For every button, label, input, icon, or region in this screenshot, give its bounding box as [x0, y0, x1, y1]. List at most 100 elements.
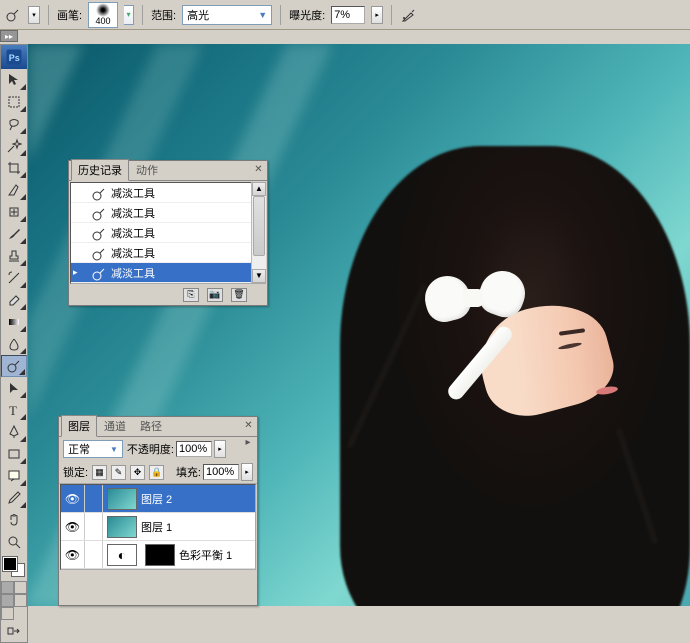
eraser-tool[interactable] [1, 289, 27, 311]
crop-tool[interactable] [1, 157, 27, 179]
lock-position-button[interactable]: ✥ [130, 465, 145, 480]
tab-actions[interactable]: 动作 [129, 159, 165, 180]
dodge-tool-icon [91, 266, 105, 280]
lasso-tool[interactable] [1, 113, 27, 135]
ps-logo[interactable]: Ps [1, 45, 27, 69]
visibility-toggle[interactable]: 👁 [61, 513, 85, 540]
scroll-up-button[interactable]: ▲ [252, 182, 266, 196]
quickmask-mode[interactable] [14, 581, 27, 594]
brush-dot-icon [96, 3, 110, 17]
layer-thumbnail [107, 488, 137, 510]
type-tool[interactable]: T [1, 399, 27, 421]
range-select[interactable]: 高光 ▼ [182, 5, 272, 25]
close-icon[interactable]: ✕ [242, 419, 255, 432]
history-item[interactable]: ▸减淡工具 [71, 263, 265, 283]
fill-label: 填充: [176, 464, 201, 480]
slice-tool[interactable] [1, 179, 27, 201]
panel-menu-icon[interactable]: ▸ [241, 437, 255, 448]
divider [48, 5, 49, 25]
range-label: 范围: [151, 7, 176, 23]
chevron-down-icon: ▼ [110, 445, 118, 454]
eyedropper-tool[interactable] [1, 487, 27, 509]
fill-dropdown[interactable]: ▸ [241, 463, 253, 481]
mask-mode-buttons [1, 581, 27, 594]
stamp-tool[interactable] [1, 245, 27, 267]
history-panel-tabs: 历史记录 动作 ✕ [69, 161, 267, 181]
delete-state-button[interactable]: 🗑 [231, 288, 247, 302]
lock-all-button[interactable]: 🔒 [149, 465, 164, 480]
dodge-tool[interactable] [1, 355, 27, 377]
screen-full-menubar[interactable] [14, 594, 27, 607]
dodge-tool-icon [91, 246, 105, 260]
visibility-toggle[interactable]: 👁 [61, 485, 85, 512]
tab-history[interactable]: 历史记录 [71, 159, 129, 181]
lock-label: 锁定: [63, 464, 88, 480]
hand-tool[interactable] [1, 509, 27, 531]
layer-row[interactable]: 👁 ◐ 色彩平衡 1 [61, 541, 255, 569]
history-item[interactable]: 减淡工具 [71, 223, 265, 243]
path-select-tool[interactable] [1, 377, 27, 399]
history-item[interactable]: 减淡工具 [71, 243, 265, 263]
new-snapshot-button[interactable]: 📷 [207, 288, 223, 302]
lock-pixels-button[interactable]: ✎ [111, 465, 126, 480]
wand-tool[interactable] [1, 135, 27, 157]
layer-name: 色彩平衡 1 [179, 547, 232, 563]
layers-panel: 图层 通道 路径 ✕ ▸ 正常▼ 不透明度: 100% ▸ 锁定: ▦ ✎ ✥ … [58, 416, 258, 606]
screen-mode-buttons [1, 594, 27, 620]
screen-standard[interactable] [1, 594, 14, 607]
divider [280, 5, 281, 25]
layer-link-col[interactable] [85, 541, 103, 568]
history-item-label: 减淡工具 [111, 265, 155, 281]
move-tool[interactable] [1, 69, 27, 91]
marquee-tool[interactable] [1, 91, 27, 113]
opacity-input[interactable]: 100% [176, 441, 212, 457]
new-doc-from-state-button[interactable]: ⎘ [183, 288, 199, 302]
layer-mask-thumbnail [145, 544, 175, 566]
history-brush-tool[interactable] [1, 267, 27, 289]
tab-paths[interactable]: 路径 [133, 415, 169, 436]
scroll-down-button[interactable]: ▼ [252, 269, 266, 283]
scroll-thumb[interactable] [253, 196, 265, 256]
pen-tool[interactable] [1, 421, 27, 443]
opacity-dropdown[interactable]: ▸ [214, 440, 226, 458]
notes-tool[interactable] [1, 465, 27, 487]
healing-tool[interactable] [1, 201, 27, 223]
layer-link-col[interactable] [85, 513, 103, 540]
layer-name: 图层 2 [141, 491, 172, 507]
brush-tool[interactable] [1, 223, 27, 245]
history-item-label: 减淡工具 [111, 205, 155, 221]
gradient-tool[interactable] [1, 311, 27, 333]
blur-tool[interactable] [1, 333, 27, 355]
layer-row[interactable]: 👁 图层 2 [61, 485, 255, 513]
fill-input[interactable]: 100% [203, 464, 239, 480]
brush-dropdown[interactable]: ▾ [124, 5, 134, 25]
layer-link-col[interactable] [85, 485, 103, 512]
palette-dock-toggle[interactable]: ▸▸ [0, 30, 18, 42]
exposure-dropdown[interactable]: ▸ [371, 6, 383, 24]
brush-preview[interactable]: 400 [88, 2, 118, 28]
tool-preset-dropdown[interactable]: ▾ [28, 6, 40, 24]
visibility-toggle[interactable]: 👁 [61, 541, 85, 568]
adjustment-icon: ◐ [107, 544, 137, 566]
jump-to-imageready[interactable] [1, 620, 27, 642]
layer-name: 图层 1 [141, 519, 172, 535]
layers-list: 👁 图层 2 👁 图层 1 👁 ◐ 色彩平衡 1 [60, 484, 256, 570]
history-item[interactable]: 减淡工具 [71, 183, 265, 203]
history-item-label: 减淡工具 [111, 225, 155, 241]
history-item[interactable]: 减淡工具 [71, 203, 265, 223]
shape-tool[interactable] [1, 443, 27, 465]
airbrush-icon[interactable] [400, 6, 418, 24]
standard-mode[interactable] [1, 581, 14, 594]
history-scrollbar[interactable]: ▲ ▼ [251, 182, 266, 283]
tab-channels[interactable]: 通道 [97, 415, 133, 436]
screen-full[interactable] [1, 607, 14, 620]
close-icon[interactable]: ✕ [252, 163, 265, 176]
tab-layers[interactable]: 图层 [61, 415, 97, 437]
layer-row[interactable]: 👁 图层 1 [61, 513, 255, 541]
foreground-color[interactable] [3, 557, 17, 571]
exposure-input[interactable]: 7% [331, 6, 365, 24]
lock-transparency-button[interactable]: ▦ [92, 465, 107, 480]
zoom-tool[interactable] [1, 531, 27, 553]
dodge-tool-icon [91, 226, 105, 240]
blend-mode-select[interactable]: 正常▼ [63, 440, 123, 458]
